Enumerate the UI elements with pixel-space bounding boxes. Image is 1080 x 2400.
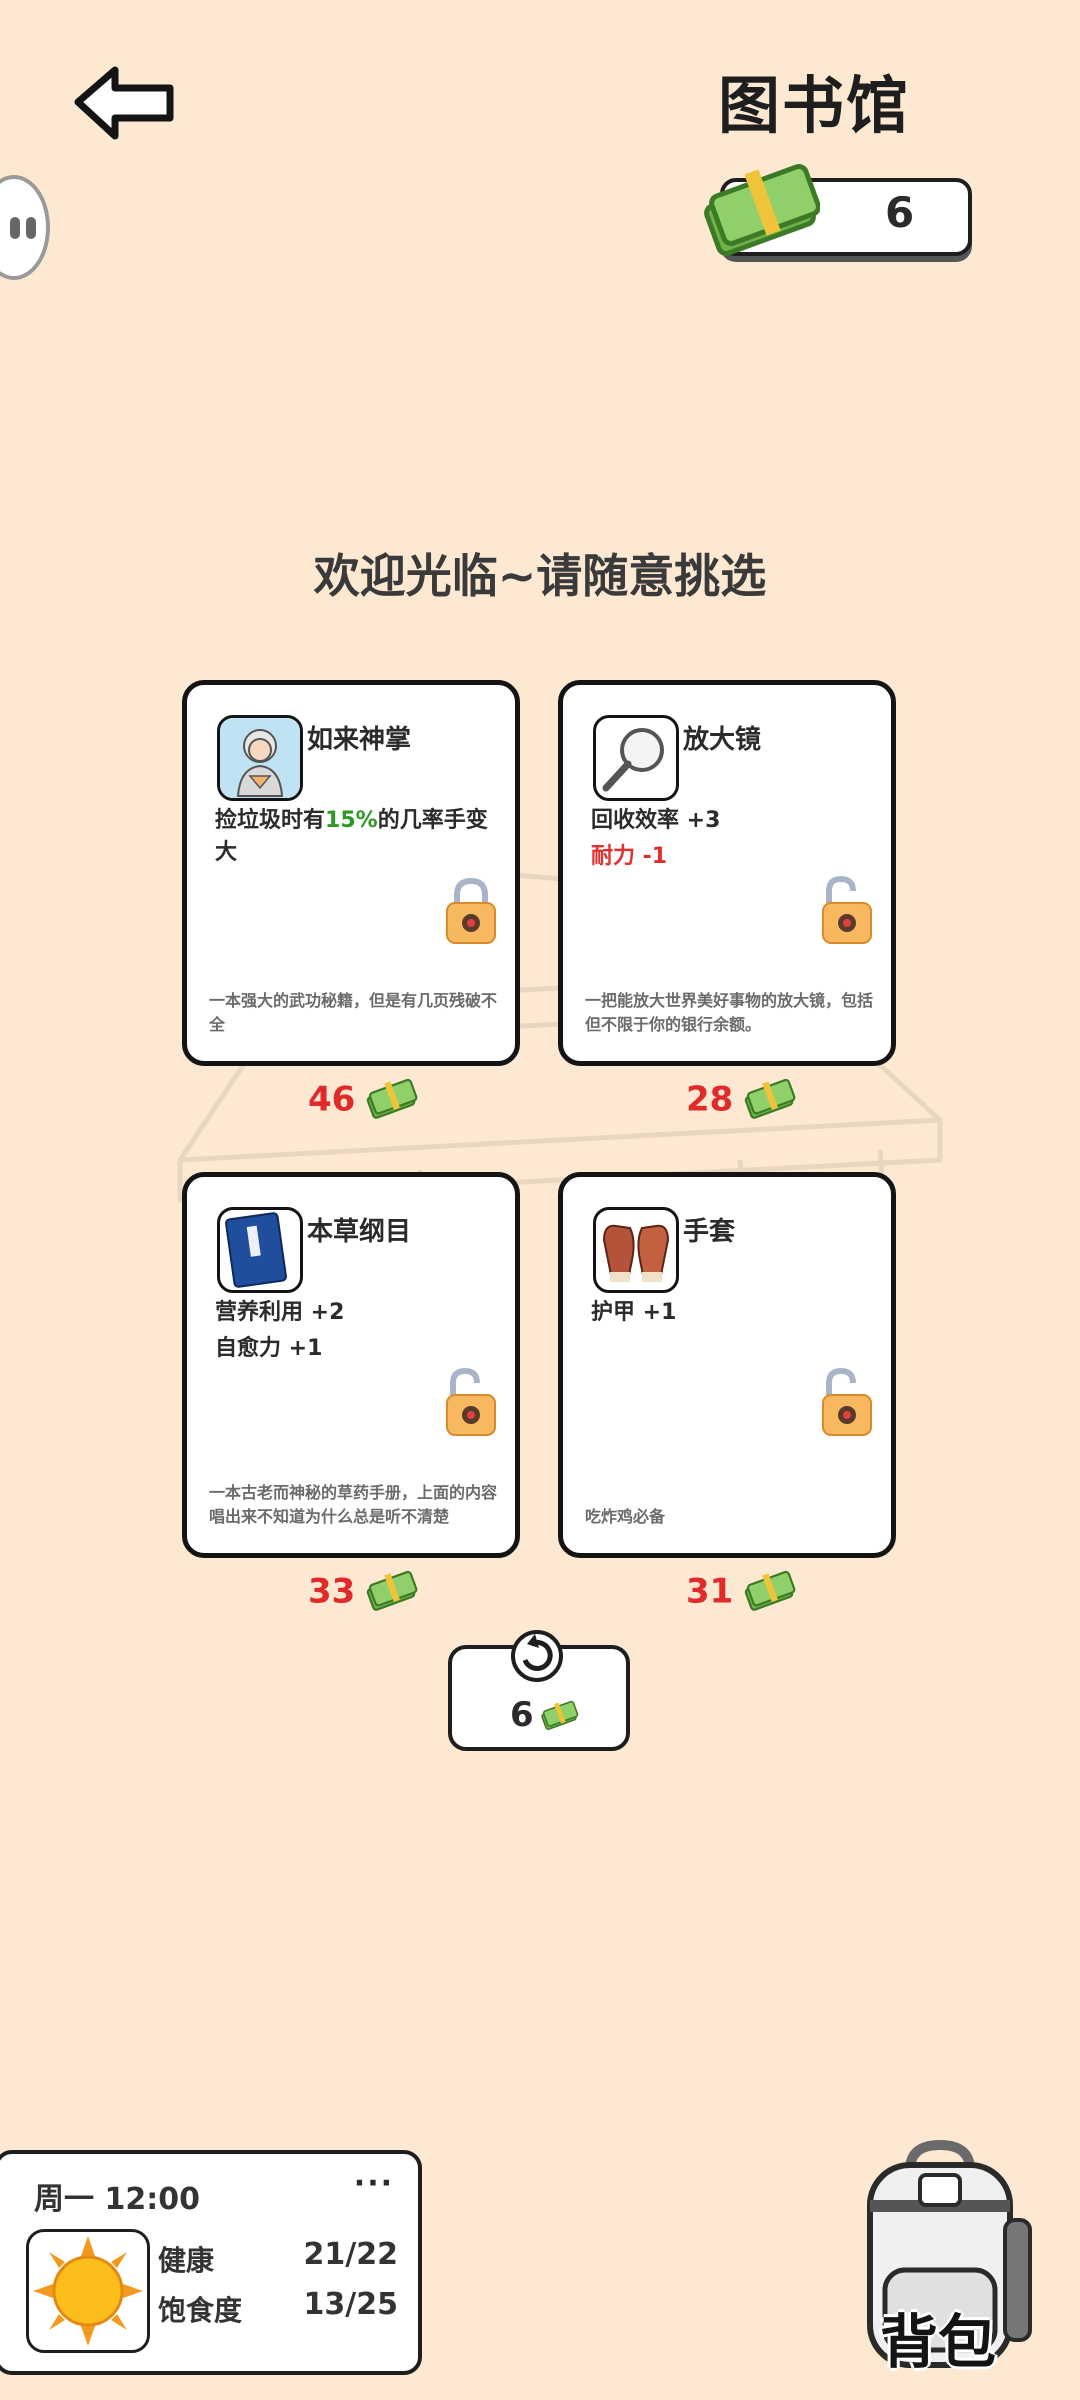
handle-dot-icon xyxy=(26,217,36,239)
card-title: 如来神掌 xyxy=(307,725,412,755)
price-gloves: 31 xyxy=(686,1567,799,1619)
shop-card-rulai[interactable]: 如来神掌 捡垃圾时有15%的几率手变大 一本强大的武功秘籍，但是有几页残破不全 xyxy=(182,680,520,1066)
side-menu-handle[interactable] xyxy=(0,175,50,280)
cash-icon xyxy=(540,1699,579,1731)
card-title: 本草纲目 xyxy=(307,1217,412,1247)
more-options-button[interactable]: ··· xyxy=(354,2166,394,2201)
card-title: 手套 xyxy=(683,1217,736,1247)
health-value: 21/22 xyxy=(303,2237,398,2272)
lock-open-icon[interactable] xyxy=(443,1367,499,1437)
gloves-icon xyxy=(593,1207,679,1293)
card-description: 吃炸鸡必备 xyxy=(585,1507,666,1526)
refresh-icon[interactable] xyxy=(505,1620,569,1684)
buddha-icon xyxy=(217,715,303,801)
backpack-label[interactable]: 背包 xyxy=(880,2295,996,2379)
shop-card-magnifier[interactable]: 放大镜 回收效率 +3 耐力 -1 一把能放大世界美好事物的放大镜，包括但不限于… xyxy=(558,680,896,1066)
refresh-cost: 6 xyxy=(510,1695,580,1736)
welcome-text: 欢迎光临~请随意挑选 xyxy=(313,549,767,603)
card-description: 一把能放大世界美好事物的放大镜，包括但不限于你的银行余额。 xyxy=(585,991,874,1034)
card-negative-effect: 耐力 -1 xyxy=(591,844,668,869)
cash-stack-icon xyxy=(700,155,820,275)
handle-dot-icon xyxy=(10,217,20,239)
shop-card-gloves[interactable]: 手套 护甲 +1 吃炸鸡必备 xyxy=(558,1172,896,1558)
price-rulai: 46 xyxy=(308,1075,421,1127)
money-value: 6 xyxy=(885,188,915,237)
cash-icon xyxy=(744,1569,797,1612)
status-panel: 周一 12:00 ··· 健康 21/22 饱食度 13/25 xyxy=(0,2150,422,2375)
book-icon xyxy=(217,1207,303,1293)
card-effect: 回收效率 +3 xyxy=(591,808,721,833)
card-effect: 营养利用 +2 xyxy=(215,1300,345,1325)
back-arrow-button[interactable] xyxy=(70,60,180,145)
satiety-label: 饱食度 xyxy=(158,2294,243,2327)
lock-open-icon[interactable] xyxy=(819,1367,875,1437)
card-effect: 自愈力 +1 xyxy=(215,1336,323,1361)
lock-open-icon[interactable] xyxy=(819,875,875,945)
health-label: 健康 xyxy=(158,2244,215,2277)
card-description: 一本强大的武功秘籍，但是有几页残破不全 xyxy=(209,991,498,1034)
magnifier-icon xyxy=(593,715,679,801)
price-herbal-book: 33 xyxy=(308,1567,421,1619)
day-time: 周一 12:00 xyxy=(34,2182,200,2217)
shop-card-herbal-book[interactable]: 本草纲目 营养利用 +2 自愈力 +1 一本古老而神秘的草药手册，上面的内容唱出… xyxy=(182,1172,520,1558)
page-title: 图书馆 xyxy=(717,69,910,142)
price-magnifier: 28 xyxy=(686,1075,799,1127)
cash-icon xyxy=(366,1077,419,1120)
satiety-value: 13/25 xyxy=(303,2287,398,2322)
card-title: 放大镜 xyxy=(683,725,762,755)
cash-icon xyxy=(366,1569,419,1612)
card-effect: 捡垃圾时有15%的几率手变大 xyxy=(215,808,488,865)
cash-icon xyxy=(744,1077,797,1120)
card-description: 一本古老而神秘的草药手册，上面的内容唱出来不知道为什么总是听不清楚 xyxy=(209,1483,498,1526)
card-effect: 护甲 +1 xyxy=(591,1300,677,1325)
sun-icon xyxy=(26,2229,150,2353)
lock-closed-icon[interactable] xyxy=(443,875,499,945)
